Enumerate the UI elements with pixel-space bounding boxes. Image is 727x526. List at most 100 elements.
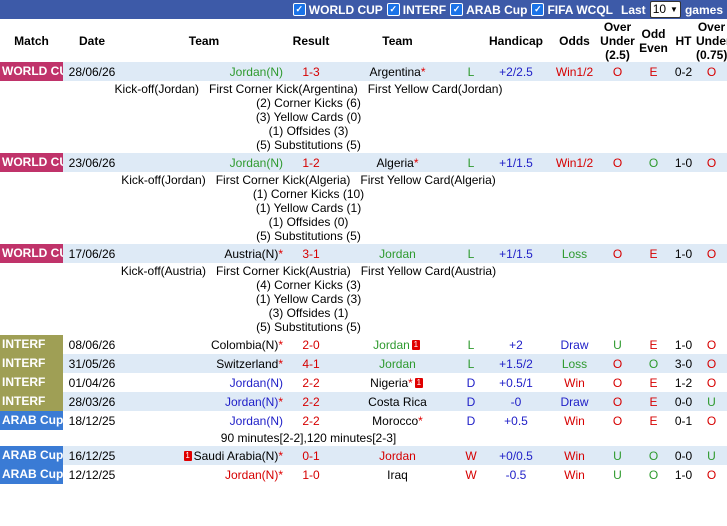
handicap: +2/2.5 (482, 62, 550, 81)
over-under-0-75: O (696, 411, 727, 430)
team-name[interactable]: Nigeria (370, 376, 408, 390)
team-name[interactable]: Morocco (372, 414, 418, 428)
match-date: 18/12/25 (63, 411, 121, 430)
table-row[interactable]: INTERF 08/06/26 Colombia(N)* 2-0 Jordan 1 L +2 D… (0, 335, 727, 354)
team-name[interactable]: Argentina (369, 65, 420, 79)
header-over-under-0-75: Over Under (0.75) (696, 19, 727, 62)
match-date: 17/06/26 (63, 244, 121, 263)
competition-badge[interactable]: WORLD CUP (0, 244, 63, 263)
team-name[interactable]: Jordan(N) (230, 376, 283, 390)
star-icon: * (408, 375, 413, 390)
team-name[interactable]: Jordan(N) (230, 65, 283, 79)
match-date: 28/03/26 (63, 392, 121, 411)
match-score[interactable]: 2-2 (287, 373, 335, 392)
table-row[interactable]: ARAB Cup 18/12/25 Jordan(N) 2-2 Morocco* D +0.… (0, 411, 727, 430)
table-row[interactable]: ARAB Cup 16/12/25 1 Saudi Arabia(N)* 0-1 Jord… (0, 446, 727, 465)
checkbox-icon[interactable]: ✓ (386, 3, 400, 16)
checkbox-icon[interactable]: ✓ (531, 3, 545, 16)
match-date: 01/04/26 (63, 373, 121, 392)
half-time-score: 1-0 (671, 465, 696, 484)
over-under-2-5: O (599, 244, 636, 263)
last-games-select[interactable]: 10 ▼ (649, 1, 681, 18)
team-name[interactable]: Jordan (379, 449, 416, 463)
match-score[interactable]: 2-2 (287, 392, 335, 411)
team-name[interactable]: Jordan(N) (225, 468, 278, 482)
filter-arab-cup[interactable]: ✓ ARAB Cup (450, 3, 527, 17)
handicap: +1/1.5 (482, 244, 550, 263)
table-row[interactable]: WORLD CUP28/06/26Jordan(N)1-3Argentina*L… (0, 62, 727, 81)
over-under-2-5: O (599, 62, 636, 81)
team-name[interactable]: Jordan (379, 247, 416, 261)
team-name[interactable]: Jordan(N) (230, 414, 283, 428)
competition-badge[interactable]: ARAB Cup (0, 465, 63, 484)
team-name[interactable]: Saudi Arabia(N) (194, 449, 279, 463)
over-under-2-5: O (599, 373, 636, 392)
table-row[interactable]: WORLD CUP17/06/26Austria(N)*3-1JordanL+1… (0, 244, 727, 263)
away-team: Jordan 1 (335, 335, 460, 354)
competition-badge[interactable]: WORLD CUP (0, 153, 63, 172)
half-time-score: 1-2 (671, 373, 696, 392)
odds-result: Loss (550, 354, 599, 373)
away-team: Nigeria* 1 (335, 373, 460, 392)
team-name[interactable]: Jordan (379, 357, 416, 371)
match-details-row: Kick-off(Jordan) First Corner Kick(Alger… (0, 172, 727, 244)
header-odd-even: Odd Even (636, 19, 671, 62)
win-loss: L (460, 335, 482, 354)
header-match: Match (0, 19, 63, 62)
table-row[interactable]: INTERF 31/05/26 Switzerland* 4-1 Jordan L +1.5… (0, 354, 727, 373)
star-icon: * (413, 155, 419, 170)
team-name[interactable]: Colombia(N) (211, 338, 278, 352)
competition-badge[interactable]: INTERF (0, 392, 63, 411)
competition-badge[interactable]: INTERF (0, 373, 63, 392)
odd-even: E (636, 392, 671, 411)
checkbox-icon[interactable]: ✓ (450, 3, 464, 16)
team-name[interactable]: Costa Rica (368, 395, 427, 409)
table-row[interactable]: INTERF 28/03/26 Jordan(N)* 2-2 Costa Rica D -0… (0, 392, 727, 411)
header-date: Date (63, 19, 121, 62)
handicap: +1.5/2 (482, 354, 550, 373)
match-details-row: 90 minutes[2-2],120 minutes[2-3] (0, 430, 727, 446)
team-name[interactable]: Switzerland (216, 357, 278, 371)
team-name[interactable]: Algeria (376, 156, 413, 170)
match-details: Kick-off(Jordan) First Corner Kick(Alger… (0, 172, 727, 244)
table-row[interactable]: WORLD CUP23/06/26Jordan(N)1-2Algeria*L+1… (0, 153, 727, 172)
match-score[interactable]: 1-3 (287, 62, 335, 81)
competition-badge[interactable]: ARAB Cup (0, 411, 63, 430)
match-score[interactable]: 3-1 (287, 244, 335, 263)
away-team: Argentina* (335, 62, 460, 81)
filter-interf[interactable]: ✓ INTERF (386, 3, 446, 17)
odd-even: O (636, 354, 671, 373)
odd-even: E (636, 411, 671, 430)
team-name[interactable]: Iraq (387, 468, 408, 482)
competition-badge[interactable]: INTERF (0, 354, 63, 373)
table-row[interactable]: ARAB Cup 12/12/25 Jordan(N)* 1-0 Iraq W -0.5 Wi… (0, 465, 727, 484)
competition-badge[interactable]: ARAB Cup (0, 446, 63, 465)
team-name[interactable]: Jordan(N) (225, 395, 278, 409)
match-score[interactable]: 2-0 (287, 335, 335, 354)
odd-even: E (636, 373, 671, 392)
odds-result: Win (550, 446, 599, 465)
home-team: Colombia(N)* (121, 335, 287, 354)
half-time-score: 0-2 (671, 62, 696, 81)
match-score[interactable]: 1-2 (287, 153, 335, 172)
match-score[interactable]: 0-1 (287, 446, 335, 465)
team-name[interactable]: Jordan (373, 338, 410, 352)
filter-world-cup[interactable]: ✓ WORLD CUP (292, 3, 383, 17)
competition-badge[interactable]: INTERF (0, 335, 63, 354)
header-home-team: Team (121, 19, 287, 62)
match-score[interactable]: 1-0 (287, 465, 335, 484)
match-score[interactable]: 4-1 (287, 354, 335, 373)
header-ht: HT (671, 19, 696, 62)
team-name[interactable]: Austria(N) (224, 247, 278, 261)
match-score[interactable]: 2-2 (287, 411, 335, 430)
filter-fifa-wcql[interactable]: ✓ FIFA WCQL (531, 3, 613, 17)
competition-badge[interactable]: WORLD CUP (0, 62, 63, 81)
over-under-2-5: U (599, 465, 636, 484)
table-row[interactable]: INTERF 01/04/26 Jordan(N) 2-2 Nigeria* 1 D +0.5… (0, 373, 727, 392)
games-label: games (684, 2, 723, 17)
star-icon: * (278, 337, 283, 352)
win-loss: D (460, 411, 482, 430)
over-under-2-5: U (599, 335, 636, 354)
team-name[interactable]: Jordan(N) (230, 156, 283, 170)
checkbox-icon[interactable]: ✓ (292, 3, 306, 16)
